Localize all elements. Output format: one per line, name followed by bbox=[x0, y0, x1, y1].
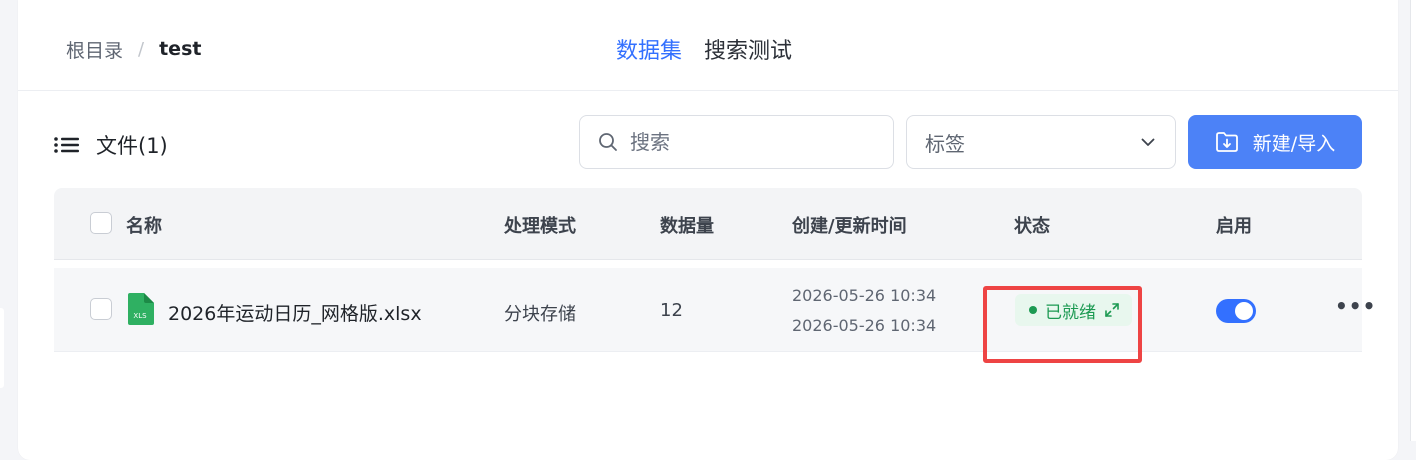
enable-toggle[interactable] bbox=[1216, 299, 1256, 323]
select-all-checkbox[interactable] bbox=[90, 212, 112, 234]
breadcrumb-current: test bbox=[159, 38, 202, 60]
xls-file-icon: XLS bbox=[128, 293, 154, 325]
files-title: 文件(1) bbox=[96, 134, 168, 158]
list-icon bbox=[54, 137, 79, 153]
files-header: 文件(1) bbox=[54, 130, 168, 160]
left-panel-edge bbox=[0, 308, 4, 388]
tag-select-value: 标签 bbox=[925, 131, 965, 156]
row-checkbox[interactable] bbox=[90, 298, 112, 320]
column-name: 名称 bbox=[126, 216, 162, 237]
search-icon bbox=[599, 133, 617, 151]
tab-search-test[interactable]: 搜索测试 bbox=[704, 33, 792, 65]
xls-file-label: XLS bbox=[133, 312, 147, 320]
import-folder-icon bbox=[1215, 132, 1238, 152]
file-name[interactable]: 2026年运动日历_网格版.xlsx bbox=[168, 299, 422, 326]
breadcrumb-root[interactable]: 根目录 bbox=[66, 36, 123, 63]
updated-time: 2026-05-26 10:34 bbox=[792, 316, 937, 335]
search-input[interactable] bbox=[630, 130, 860, 154]
table-row[interactable]: XLS 2026年运动日历_网格版.xlsx 分块存储 12 2026-05-2… bbox=[54, 268, 1375, 352]
column-mode: 处理模式 bbox=[504, 216, 576, 237]
tab-dataset[interactable]: 数据集 bbox=[616, 33, 682, 65]
column-time: 创建/更新时间 bbox=[792, 216, 907, 237]
processing-mode: 分块存储 bbox=[504, 304, 576, 325]
right-panel-edge bbox=[1410, 0, 1416, 441]
more-icon[interactable]: ••• bbox=[1335, 294, 1376, 318]
column-status: 状态 bbox=[1014, 216, 1050, 237]
table-header: 名称 处理模式 数据量 创建/更新时间 状态 启用 bbox=[54, 188, 1362, 260]
created-time: 2026-05-26 10:34 bbox=[792, 286, 937, 305]
toggle-knob bbox=[1235, 302, 1253, 320]
data-count: 12 bbox=[660, 300, 683, 321]
breadcrumb-separator: / bbox=[138, 38, 145, 60]
breadcrumb: 根目录 / test bbox=[66, 36, 201, 62]
tag-select[interactable]: 标签 bbox=[906, 115, 1176, 169]
new-import-button[interactable]: 新建/导入 bbox=[1188, 115, 1362, 169]
new-import-label: 新建/导入 bbox=[1252, 132, 1336, 155]
top-bar: 根目录 / test 数据集 搜索测试 bbox=[18, 0, 1398, 91]
chevron-down-icon bbox=[1141, 138, 1155, 146]
search-box[interactable] bbox=[579, 115, 894, 169]
column-enabled: 启用 bbox=[1216, 216, 1252, 237]
status-highlight-box bbox=[983, 286, 1142, 363]
tab-bar: 数据集 搜索测试 bbox=[616, 33, 792, 65]
column-count: 数据量 bbox=[660, 216, 714, 237]
dataset-card: 根目录 / test 数据集 搜索测试 文件(1) 标签 bbox=[18, 0, 1398, 460]
